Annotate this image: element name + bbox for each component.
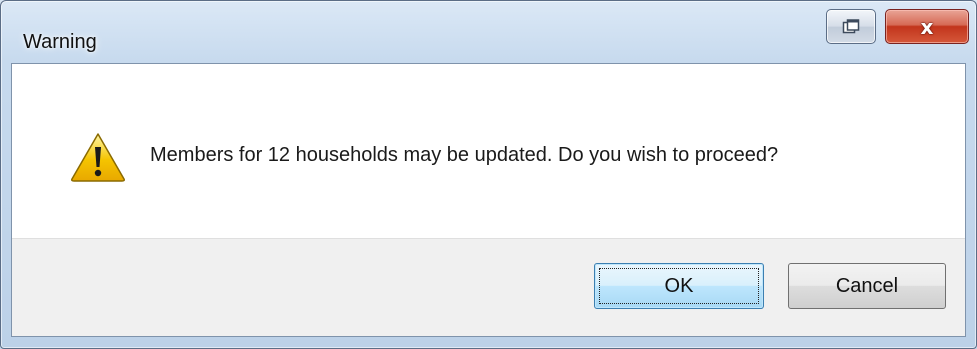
cancel-button[interactable]: Cancel: [788, 263, 946, 309]
ok-button-label: OK: [664, 274, 694, 297]
message-panel: Members for 12 households may be updated…: [12, 64, 965, 238]
ok-button[interactable]: OK: [594, 263, 764, 309]
warning-icon: [71, 133, 125, 182]
cancel-button-label: Cancel: [835, 274, 899, 297]
button-bar: OK Cancel: [12, 238, 965, 336]
window-restore-icon: [842, 18, 860, 33]
dialog-message: Members for 12 households may be updated…: [150, 144, 779, 166]
restore-button[interactable]: [826, 9, 876, 44]
close-icon: x: [920, 14, 934, 39]
title-bar[interactable]: Warning x: [1, 1, 976, 57]
window-title: Warning: [23, 31, 97, 53]
close-button[interactable]: x: [885, 9, 969, 44]
warning-dialog-window: Warning x Members for 12 households may …: [0, 0, 977, 349]
dialog-client-area: Members for 12 households may be updated…: [11, 63, 966, 337]
